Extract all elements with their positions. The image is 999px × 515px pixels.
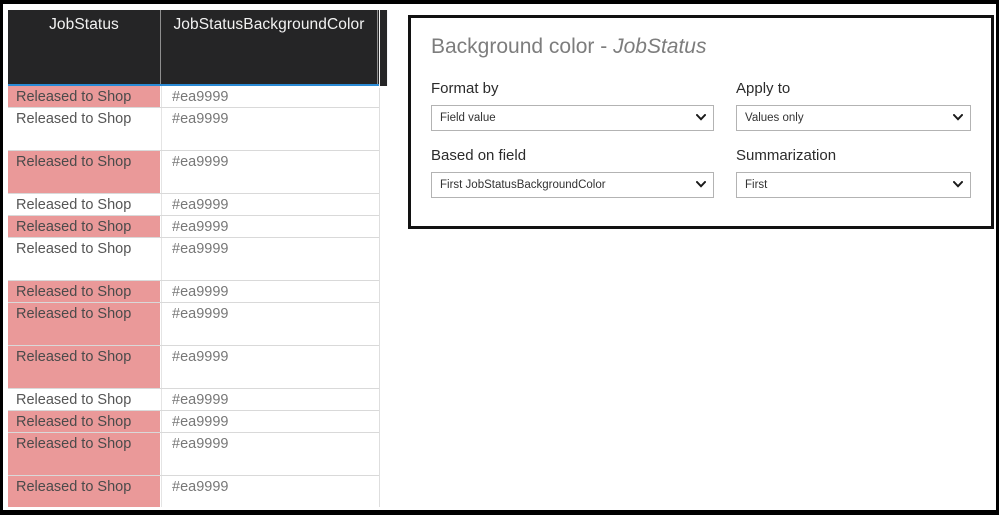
- cell-jobstatusbackgroundcolor: #ea9999: [161, 194, 378, 215]
- cell-jobstatus: Released to Shop: [8, 151, 161, 193]
- table-row[interactable]: Released to Shop #ea9999: [8, 281, 388, 303]
- table-body: Released to Shop #ea9999 Released to Shop #…: [8, 86, 388, 507]
- cell-jobstatus: Released to Shop: [8, 303, 161, 345]
- cell-jobstatus: Released to Shop: [8, 346, 161, 388]
- cell-jobstatusbackgroundcolor: #ea9999: [161, 108, 378, 150]
- table-row[interactable]: Released to Shop #ea9999: [8, 238, 388, 281]
- cell-jobstatus: Released to Shop: [16, 197, 132, 213]
- label-apply-to: Apply to: [736, 80, 791, 97]
- apply-to-select[interactable]: Values only: [736, 105, 971, 131]
- field-group-based-on-field: Based on field First JobStatusBackground…: [431, 147, 714, 198]
- dialog-title-prefix: Background color -: [431, 35, 614, 58]
- table-row[interactable]: Released to Shop #ea9999: [8, 346, 388, 389]
- table-row[interactable]: Released to Shop #ea9999: [8, 86, 388, 108]
- summarization-select[interactable]: First: [736, 172, 971, 198]
- cell-jobstatus: Released to Shop: [8, 411, 161, 432]
- format-by-select-wrap: Field value: [431, 105, 714, 131]
- field-group-apply-to: Apply to Values only: [736, 80, 971, 131]
- table-row[interactable]: Released to Shop #ea9999: [8, 303, 388, 346]
- cell-jobstatusbackgroundcolor: #ea9999: [161, 389, 378, 410]
- cell-jobstatusbackgroundcolor: #ea9999: [161, 238, 378, 280]
- cell-jobstatusbackgroundcolor: #ea9999: [161, 476, 378, 507]
- screenshot-root: JobStatus JobStatusBackgroundColor Relea…: [0, 0, 999, 515]
- cell-jobstatusbackgroundcolor: #ea9999: [161, 151, 378, 193]
- field-group-format-by: Format by Field value: [431, 80, 714, 131]
- cell-jobstatusbackgroundcolor: #ea9999: [161, 303, 378, 345]
- table-row[interactable]: Released to Shop #ea9999: [8, 151, 388, 194]
- dialog-title: Background color - JobStatus: [431, 32, 971, 62]
- table-visual: JobStatus JobStatusBackgroundColor Relea…: [8, 10, 388, 507]
- cell-jobstatus: Released to Shop: [8, 476, 161, 507]
- table-row[interactable]: Released to Shop #ea9999: [8, 194, 388, 216]
- cell-jobstatus: Released to Shop: [16, 392, 132, 408]
- cell-jobstatus: Released to Shop: [16, 111, 132, 127]
- cell-jobstatus: Released to Shop: [8, 433, 161, 475]
- apply-to-select-wrap: Values only: [736, 105, 971, 131]
- column-header-jobstatusbackgroundcolor[interactable]: JobStatusBackgroundColor: [161, 10, 378, 84]
- table-row[interactable]: Released to Shop #ea9999: [8, 433, 388, 476]
- cell-jobstatusbackgroundcolor: #ea9999: [161, 346, 378, 388]
- dialog-content: Background color - JobStatus Format by F…: [411, 18, 991, 226]
- field-group-summarization: Summarization First: [736, 147, 971, 198]
- format-by-select[interactable]: Field value: [431, 105, 714, 131]
- cell-jobstatusbackgroundcolor: #ea9999: [161, 411, 378, 432]
- dialog-fields-grid: Format by Field value Apply to Values on…: [431, 80, 971, 198]
- background-color-dialog: Background color - JobStatus Format by F…: [408, 15, 994, 229]
- scrollbar-thumb[interactable]: [380, 10, 387, 86]
- cell-jobstatusbackgroundcolor: #ea9999: [161, 86, 378, 107]
- label-format-by: Format by: [431, 80, 499, 97]
- summarization-select-wrap: First: [736, 172, 971, 198]
- cell-jobstatus: Released to Shop: [8, 86, 161, 107]
- label-based-on-field: Based on field: [431, 147, 527, 164]
- dialog-title-field: JobStatus: [613, 35, 707, 58]
- cell-jobstatus: Released to Shop: [8, 281, 161, 302]
- cell-jobstatusbackgroundcolor: #ea9999: [161, 433, 378, 475]
- table-row[interactable]: Released to Shop #ea9999: [8, 216, 388, 238]
- table-row[interactable]: Released to Shop #ea9999: [8, 411, 388, 433]
- based-on-field-select-wrap: First JobStatusBackgroundColor: [431, 172, 714, 198]
- cell-jobstatusbackgroundcolor: #ea9999: [161, 281, 378, 302]
- table-row[interactable]: Released to Shop #ea9999: [8, 389, 388, 411]
- based-on-field-select[interactable]: First JobStatusBackgroundColor: [431, 172, 714, 198]
- label-summarization: Summarization: [736, 147, 837, 164]
- table-row[interactable]: Released to Shop #ea9999: [8, 476, 388, 507]
- cell-jobstatus: Released to Shop: [8, 216, 161, 237]
- cell-jobstatusbackgroundcolor: #ea9999: [161, 216, 378, 237]
- table-row[interactable]: Released to Shop #ea9999: [8, 108, 388, 151]
- column-header-jobstatus[interactable]: JobStatus: [8, 10, 161, 84]
- table-header-row: JobStatus JobStatusBackgroundColor: [8, 10, 388, 86]
- scrollbar-track[interactable]: [379, 88, 388, 507]
- cell-jobstatus: Released to Shop: [16, 241, 132, 257]
- vertical-scrollbar[interactable]: [379, 10, 388, 86]
